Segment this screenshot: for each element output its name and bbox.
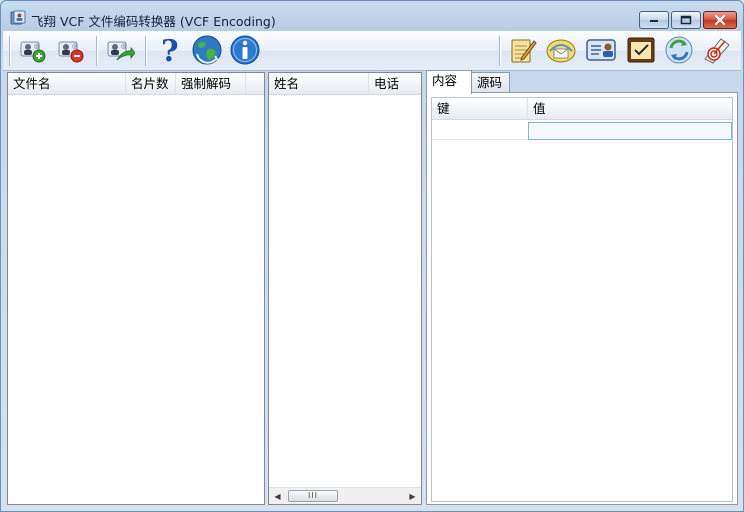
column-header-filler (246, 73, 264, 95)
target-button[interactable] (701, 34, 733, 66)
svg-text:@: @ (121, 43, 127, 50)
app-window: 飞翔 VCF 文件编码转换器 (VCF Encoding) @ @ @ ? 文件… (0, 0, 744, 512)
scroll-thumb[interactable]: III (288, 490, 338, 502)
window-title: 飞翔 VCF 文件编码转换器 (VCF Encoding) (31, 14, 276, 29)
info-button[interactable] (229, 34, 261, 66)
contact-list[interactable]: 姓名 电话 ◀ III ▶ (268, 72, 422, 505)
column-header-key[interactable]: 键 (432, 98, 528, 120)
target-icon (704, 38, 730, 64)
tab-source[interactable]: 源码 (471, 72, 510, 93)
sync-icon (665, 36, 693, 64)
title-bar[interactable]: 飞翔 VCF 文件编码转换器 (VCF Encoding) (1, 1, 743, 31)
column-header-name[interactable]: 姓名 (269, 73, 369, 95)
property-grid-header: 键 值 (432, 98, 732, 120)
help-button[interactable]: ? (153, 34, 185, 66)
column-header-filename[interactable]: 文件名 (8, 73, 126, 95)
mail-icon (546, 39, 576, 63)
export-contact-icon: @ (107, 41, 135, 61)
close-icon (715, 15, 725, 25)
toolbar-separator (499, 36, 500, 66)
tab-content[interactable]: 内容 (426, 70, 472, 94)
scroll-left-arrow-icon[interactable]: ◀ (269, 488, 286, 504)
mail-button[interactable] (545, 34, 577, 66)
grid-value-cell[interactable] (528, 122, 732, 140)
help-icon: ? (161, 35, 179, 65)
column-header-force-decode[interactable]: 强制解码 (176, 73, 246, 95)
add-contact-icon: @ (20, 41, 46, 63)
horizontal-scrollbar[interactable]: ◀ III ▶ (269, 487, 421, 504)
svg-text:@: @ (34, 43, 40, 50)
toolbar: @ @ @ ? (3, 31, 741, 71)
remove-contact-icon: @ (58, 41, 84, 63)
minimize-button[interactable] (639, 11, 669, 29)
refresh-globe-button[interactable] (191, 34, 223, 66)
maximize-icon (680, 15, 692, 25)
edit-notepad-icon (511, 39, 537, 63)
column-header-value[interactable]: 值 (528, 98, 732, 120)
svg-text:?: ? (161, 35, 179, 65)
contact-list-header: 姓名 电话 (269, 73, 421, 95)
file-list[interactable]: 文件名 名片数 强制解码 (7, 72, 265, 505)
edit-notepad-button[interactable] (507, 34, 539, 66)
refresh-globe-icon (192, 35, 222, 65)
detail-tab-page: 键 值 (426, 92, 738, 505)
sync-button[interactable] (663, 34, 695, 66)
close-button[interactable] (703, 11, 737, 29)
checklist-button[interactable] (625, 34, 657, 66)
add-contact-button[interactable]: @ (17, 34, 49, 66)
scroll-right-arrow-icon[interactable]: ▶ (404, 488, 421, 504)
minimize-icon (650, 20, 658, 22)
contact-card-button[interactable] (585, 34, 617, 66)
grid-key-cell[interactable] (432, 122, 528, 140)
remove-contact-button[interactable]: @ (55, 34, 87, 66)
file-list-header: 文件名 名片数 强制解码 (8, 73, 264, 95)
column-header-phone[interactable]: 电话 (369, 73, 421, 95)
column-header-card-count[interactable]: 名片数 (126, 73, 176, 95)
maximize-button[interactable] (671, 11, 701, 29)
property-grid[interactable]: 键 值 (431, 97, 733, 502)
toolbar-separator (9, 36, 10, 66)
svg-text:@: @ (72, 43, 78, 50)
app-icon (10, 10, 26, 26)
toolbar-separator (96, 36, 97, 66)
toolbar-separator (145, 36, 146, 66)
contact-card-icon (586, 39, 616, 61)
checklist-icon (627, 37, 655, 63)
info-icon (230, 35, 260, 65)
export-contact-button[interactable]: @ (104, 34, 136, 66)
